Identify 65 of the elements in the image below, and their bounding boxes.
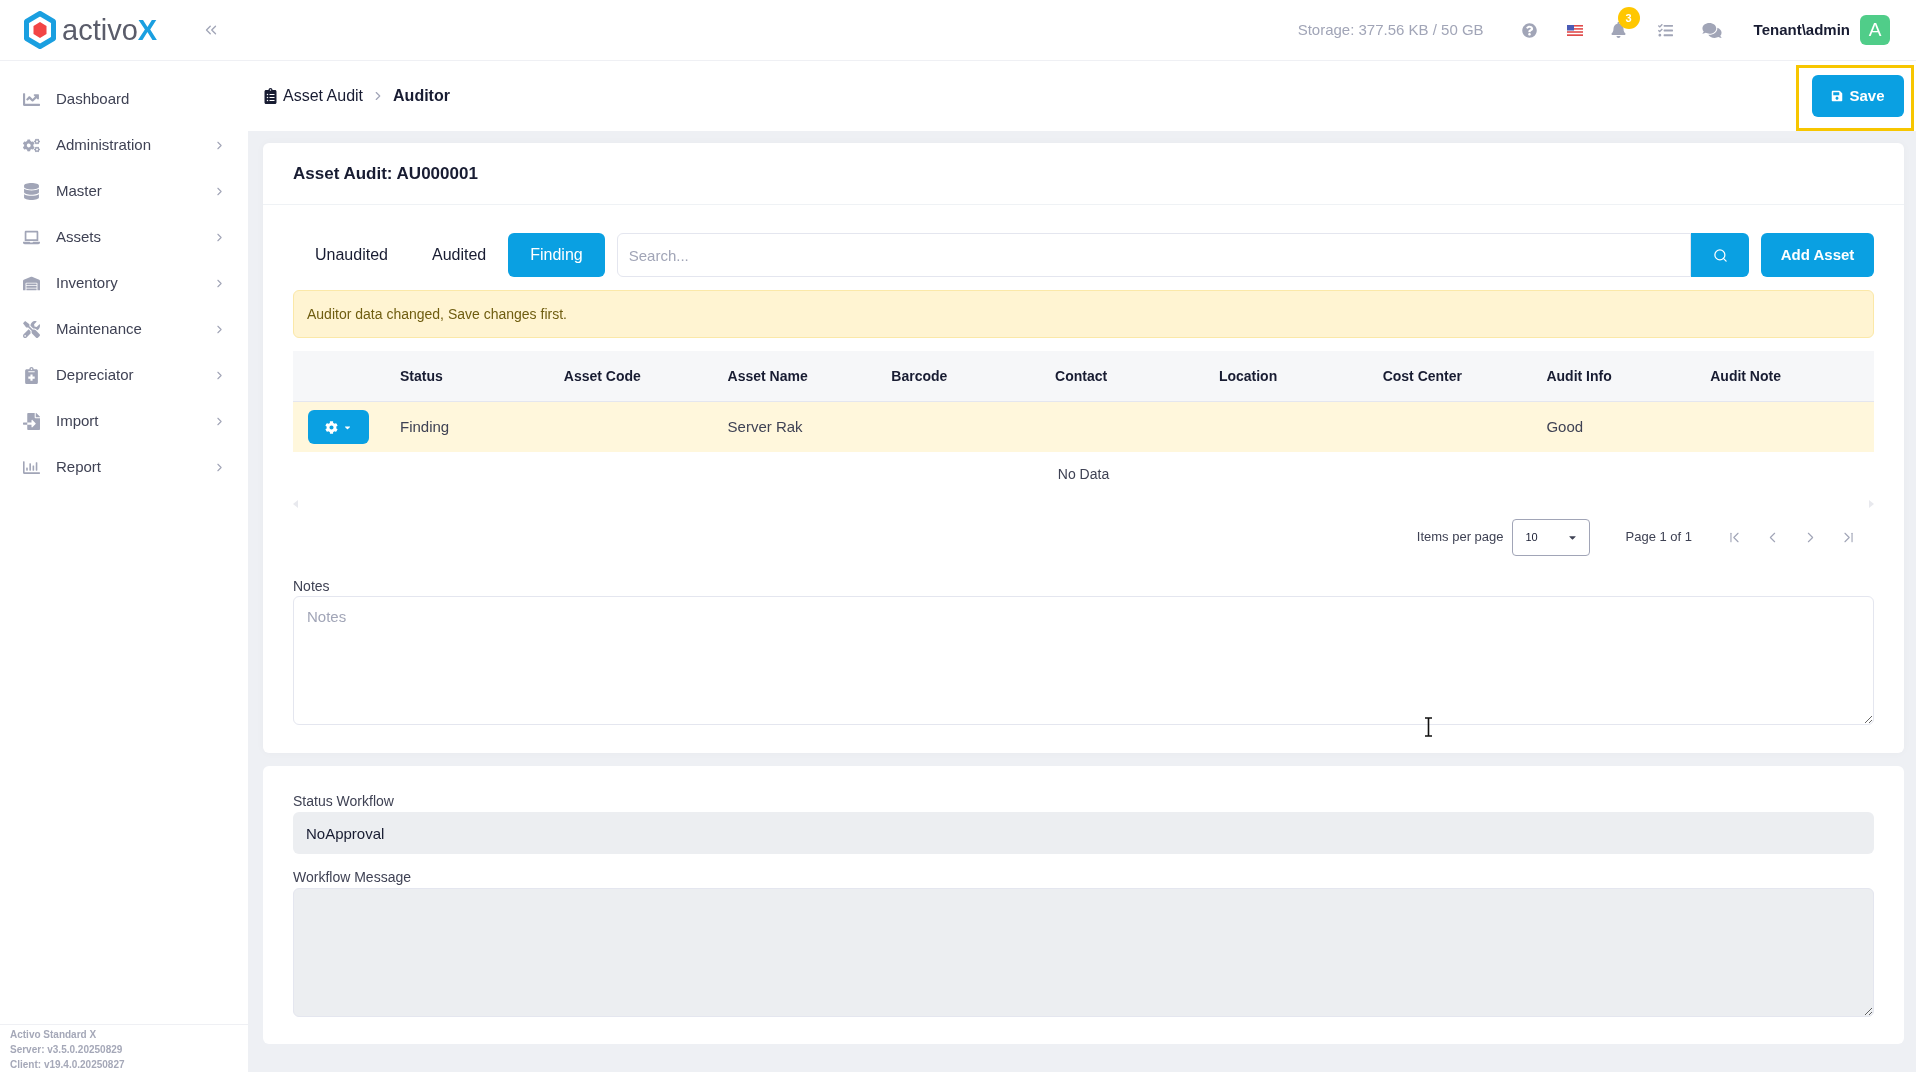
bell-icon[interactable] [1610, 22, 1626, 38]
search-button[interactable] [1691, 233, 1749, 277]
logo-wordmark: activoX [62, 15, 158, 45]
sidebar-item[interactable]: Inventory [0, 260, 248, 306]
sidebar-item[interactable]: Maintenance [0, 306, 248, 352]
field-label: Status Workflow [293, 793, 394, 809]
bar-chart-icon [23, 458, 40, 476]
column-header: Cost Center [1382, 366, 1462, 386]
breadcrumb-link[interactable]: Asset Audit [283, 84, 364, 108]
flag-icon[interactable] [1566, 24, 1583, 36]
file-import-icon [23, 412, 40, 430]
notes-field[interactable]: Notes [293, 596, 1874, 725]
table-cell-text: Finding [400, 416, 450, 437]
logo-icon [23, 11, 57, 49]
notification-badge: 3 [1617, 7, 1640, 29]
items-per-page-label: Items per page [1416, 528, 1504, 547]
storage-usage: Storage: 377.56 KB / 50 GB [1297, 19, 1484, 40]
text-cursor-icon [1424, 717, 1433, 737]
clipboard-icon [264, 88, 277, 104]
database-icon [23, 182, 40, 200]
sidebar-item[interactable]: Import [0, 398, 248, 444]
empty-message: No Data [1057, 464, 1110, 484]
checklist-icon[interactable] [1657, 22, 1673, 38]
clipboard-plus-icon [23, 366, 40, 384]
sidebar-item[interactable]: Assets [0, 214, 248, 260]
laptop-icon [23, 228, 40, 246]
warning-alert: Auditor data changed, Save changes first. [293, 290, 1874, 338]
column-header: Audit Info [1546, 366, 1612, 386]
card-title: Asset Audit: AU000001 [293, 162, 478, 185]
version-text: Activo Standard X [10, 1028, 98, 1042]
warehouse-icon [23, 274, 40, 292]
search-icon [1712, 247, 1728, 263]
sidebar-item[interactable]: Depreciator [0, 352, 248, 398]
table-cell-text: Server Rak [727, 416, 803, 437]
column-header: Barcode [891, 366, 948, 386]
sidebar-item[interactable]: Dashboard [0, 76, 248, 122]
line-chart-icon [23, 90, 40, 108]
search-field[interactable]: Search... [616, 233, 1691, 277]
gears-icon [23, 136, 40, 154]
version-text: Server: v3.5.0.20250829 [10, 1043, 124, 1057]
chat-icon[interactable] [1701, 21, 1722, 39]
page-info: Page 1 of 1 [1625, 528, 1692, 547]
tab[interactable]: Unaudited [293, 233, 410, 277]
page-size-select[interactable]: 10 [1511, 518, 1590, 556]
field-label: Notes [293, 578, 330, 594]
user-name[interactable]: Tenant\admin [1753, 18, 1850, 42]
tools-icon [23, 320, 40, 338]
column-header: Contact [1055, 366, 1108, 386]
sidebar-item[interactable]: Master [0, 168, 248, 214]
sidebar-item[interactable]: Administration [0, 122, 248, 168]
row-actions-button[interactable] [308, 410, 369, 444]
gear-icon [325, 420, 338, 434]
sidebar-item[interactable]: Report [0, 444, 248, 490]
column-header: Location [1218, 366, 1278, 386]
column-header: Audit Note [1710, 366, 1781, 386]
table-row[interactable]: Finding Server Rak Good [293, 402, 1874, 452]
column-header: Asset Code [563, 366, 641, 386]
table-cell-text: Good [1546, 416, 1584, 437]
tab[interactable]: Audited [409, 233, 509, 277]
field-label: Workflow Message [293, 869, 411, 885]
column-header: Status [400, 366, 443, 386]
version-text: Client: v19.4.0.20250827 [10, 1058, 126, 1072]
column-header: Asset Name [727, 366, 808, 386]
help-icon[interactable] [1521, 22, 1537, 38]
breadcrumb-current: Auditor [393, 86, 450, 106]
